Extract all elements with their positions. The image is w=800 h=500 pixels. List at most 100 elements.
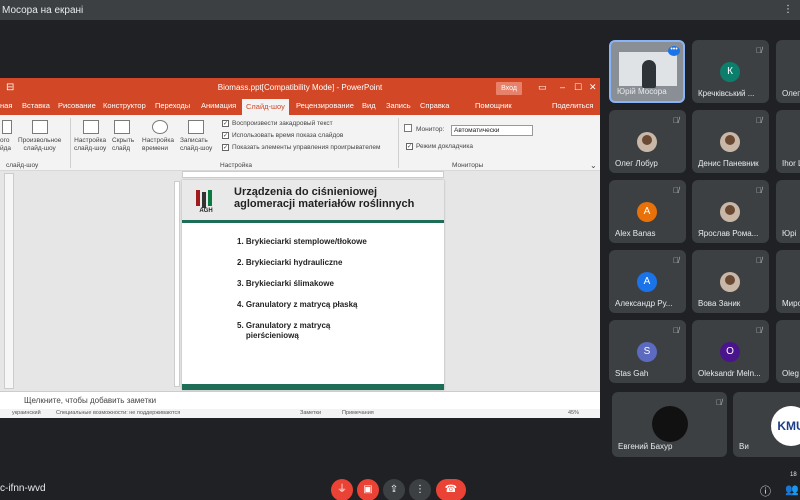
tab-3[interactable]: Конструктор — [103, 101, 146, 110]
tab-8[interactable]: Вид — [362, 101, 376, 110]
group-monitors-label: Мониторы — [452, 162, 484, 169]
tab-10[interactable]: Справка — [420, 101, 449, 110]
camera-toggle-icon[interactable]: ▣ — [357, 479, 379, 500]
narration-checkbox[interactable]: ✓ — [222, 120, 229, 127]
logo-bar — [208, 190, 212, 206]
participant-tile[interactable]: 🎙̸ Вова Заник — [692, 250, 769, 313]
people-icon[interactable]: 👥 — [785, 483, 799, 496]
monitor-value: Автоматически — [454, 127, 500, 134]
slide-thumbnails-scrollbar[interactable] — [4, 173, 14, 389]
participant-tile[interactable]: 🎙̸ Денис Паневник — [692, 110, 769, 173]
hide-slide-button[interactable]: Скрыть слайд — [112, 137, 134, 153]
monitor-select[interactable]: Автоматически — [451, 125, 533, 136]
hide-slide-icon[interactable] — [114, 120, 130, 134]
participant-name: Олег — [782, 89, 800, 98]
tab-6[interactable]: Слайд-шоу — [242, 99, 289, 115]
mic-off-icon: 🎙̸ — [756, 326, 762, 335]
maximize-icon[interactable]: ☐ — [574, 82, 582, 93]
ribbon-display-icon[interactable]: ▭ — [538, 82, 547, 93]
timings-checkbox[interactable]: ✓ — [222, 132, 229, 139]
close-icon[interactable]: ✕ — [589, 82, 597, 93]
avatar: A — [637, 272, 657, 292]
ribbon-divider — [70, 118, 71, 168]
participant-tile[interactable]: К 🎙̸ Кречківський ... — [692, 40, 769, 103]
meet-window: Мосора на екрані ⋮ ⊟ Biomass.ppt[Compati… — [0, 0, 800, 500]
participant-name: Миро — [782, 299, 800, 308]
participant-video — [652, 406, 688, 442]
slide-footer-bar — [182, 384, 444, 390]
participant-tile[interactable]: Юрі — [776, 180, 800, 243]
from-start-icon[interactable] — [2, 120, 12, 134]
controls-checkbox[interactable]: ✓ — [222, 144, 229, 151]
setup-show-icon[interactable] — [83, 120, 99, 134]
tile-more-icon[interactable]: ••• — [668, 46, 680, 56]
end-call-icon[interactable]: ☎ — [436, 479, 466, 500]
minimize-icon[interactable]: – — [560, 82, 565, 92]
custom-show-icon[interactable] — [32, 120, 48, 134]
participant-tile[interactable]: 🎙̸ Олег Лобур — [609, 110, 686, 173]
participant-tile[interactable]: A 🎙̸ Александр Ру... — [609, 250, 686, 313]
tab-11[interactable]: Помощник — [475, 101, 512, 110]
status-zoom[interactable]: 45% — [568, 410, 579, 416]
info-icon[interactable]: ⓘ — [760, 483, 771, 499]
mic-off-icon: 🎙̸ — [673, 326, 679, 335]
participant-name: Кречківський ... — [698, 89, 755, 98]
status-language[interactable]: украинский — [12, 410, 41, 416]
participant-count-badge: 18 — [790, 472, 797, 478]
login-button[interactable]: Вход — [496, 82, 522, 95]
slide-canvas[interactable]: AGH Urządzenia do ciśnieniowej aglomerac… — [182, 180, 444, 390]
record-show-icon[interactable] — [188, 120, 204, 134]
slide-list-item: 5. Granulatory z matrycą pierścieniową — [237, 321, 331, 340]
tab-5[interactable]: Анимация — [201, 101, 236, 110]
presenter-view-checkbox[interactable]: ✓ — [406, 143, 413, 150]
monitor-icon — [404, 124, 412, 132]
kmu-logo: KMU — [771, 406, 800, 446]
participant-tile[interactable]: Oleg — [776, 320, 800, 383]
slide-list-item: 3. Brykieciarki ślimakowe — [237, 279, 334, 288]
ribbon-divider — [398, 118, 399, 168]
tab-9[interactable]: Запись — [386, 101, 411, 110]
participant-tile[interactable]: Олег — [776, 40, 800, 103]
notes-pane[interactable]: Щелкните, чтобы добавить заметки — [0, 391, 600, 409]
banner-menu-icon[interactable]: ⋮ — [782, 4, 794, 16]
participant-tile[interactable]: S 🎙̸ Stas Gah — [609, 320, 686, 383]
participant-tile[interactable]: ••• Юрій Мосора — [609, 40, 685, 103]
logo-text: AGH — [199, 208, 213, 214]
rehearse-timings-icon[interactable] — [152, 120, 168, 134]
tab-4[interactable]: Переходы — [155, 101, 190, 110]
tab-1[interactable]: Вставка — [22, 101, 50, 110]
present-screen-icon[interactable]: ⇪ — [383, 479, 405, 500]
participant-name: Ярослав Рома... — [698, 229, 759, 238]
mic-toggle-icon[interactable]: ⏚ — [331, 479, 353, 500]
participant-tile[interactable]: 🎙̸ Ярослав Рома... — [692, 180, 769, 243]
participant-name: Alex Banas — [615, 229, 656, 238]
avatar: К — [720, 62, 740, 82]
record-show-button[interactable]: Записать слайд-шоу — [180, 137, 212, 153]
tab-7[interactable]: Рецензирование — [296, 101, 354, 110]
more-options-icon[interactable]: ⋮ — [409, 479, 431, 500]
status-notes-button[interactable]: Заметки — [300, 410, 321, 416]
rehearse-timings-button[interactable]: Настройка времени — [142, 137, 174, 153]
participant-name: Oleksandr Meln... — [698, 369, 761, 378]
tab-0[interactable]: ная — [0, 101, 12, 110]
participant-tile[interactable]: O 🎙̸ Oleksandr Meln... — [692, 320, 769, 383]
slide-title: Urządzenia do ciśnieniowej aglomeracji m… — [234, 186, 415, 210]
from-start-label[interactable]: ого йда — [0, 137, 11, 153]
status-accessibility[interactable]: Специальные возможности: не поддерживают… — [56, 410, 180, 416]
participant-tile[interactable]: Ihor L — [776, 110, 800, 173]
setup-show-button[interactable]: Настройка слайд-шоу — [74, 137, 106, 153]
tab-2[interactable]: Рисование — [58, 101, 96, 110]
meeting-code[interactable]: c-ifnn-wvd — [0, 483, 46, 494]
avatar — [720, 132, 740, 152]
logo-bar — [202, 192, 206, 208]
status-comments-button[interactable]: Примечания — [342, 410, 374, 416]
tab-12[interactable]: Поделиться — [552, 101, 593, 110]
participant-name: Олег Лобур — [615, 159, 658, 168]
participant-tile[interactable]: 🎙̸ Евгений Бахур — [612, 392, 727, 457]
custom-show-button[interactable]: Произвольное слайд-шоу — [18, 137, 61, 153]
ribbon-collapse-icon[interactable]: ⌄ — [590, 162, 597, 170]
self-tile[interactable]: KMU Ви — [733, 392, 800, 457]
participant-tile[interactable]: Миро — [776, 250, 800, 313]
mic-off-icon: 🎙̸ — [756, 46, 762, 55]
participant-tile[interactable]: A 🎙̸ Alex Banas — [609, 180, 686, 243]
